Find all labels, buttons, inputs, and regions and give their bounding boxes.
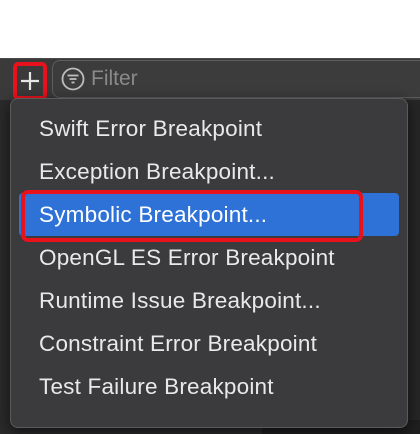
menu-item-exception-breakpoint[interactable]: Exception Breakpoint... xyxy=(19,150,399,193)
add-breakpoint-button[interactable] xyxy=(13,62,47,100)
plus-icon xyxy=(21,72,39,90)
menu-item-label: Symbolic Breakpoint... xyxy=(39,201,268,227)
menu-item-opengl-es-error-breakpoint[interactable]: OpenGL ES Error Breakpoint xyxy=(19,236,399,279)
menu-item-symbolic-breakpoint[interactable]: Symbolic Breakpoint... xyxy=(19,193,399,236)
add-breakpoint-menu: Swift Error Breakpoint Exception Breakpo… xyxy=(10,98,408,428)
menu-item-label: Runtime Issue Breakpoint... xyxy=(39,287,321,313)
menu-item-label: Constraint Error Breakpoint xyxy=(39,330,318,356)
menu-item-test-failure-breakpoint[interactable]: Test Failure Breakpoint xyxy=(19,365,399,408)
filter-field[interactable] xyxy=(52,60,420,98)
window-top-area xyxy=(0,0,420,58)
menu-item-label: OpenGL ES Error Breakpoint xyxy=(39,244,335,270)
filter-input[interactable] xyxy=(91,67,391,91)
filter-icon xyxy=(61,67,85,91)
menu-item-constraint-error-breakpoint[interactable]: Constraint Error Breakpoint xyxy=(19,322,399,365)
menu-item-swift-error-breakpoint[interactable]: Swift Error Breakpoint xyxy=(19,107,399,150)
menu-item-runtime-issue-breakpoint[interactable]: Runtime Issue Breakpoint... xyxy=(19,279,399,322)
menu-item-label: Exception Breakpoint... xyxy=(39,158,275,184)
menu-item-label: Swift Error Breakpoint xyxy=(39,115,263,141)
menu-item-label: Test Failure Breakpoint xyxy=(39,373,274,399)
screen: Swift Error Breakpoint Exception Breakpo… xyxy=(0,0,420,434)
